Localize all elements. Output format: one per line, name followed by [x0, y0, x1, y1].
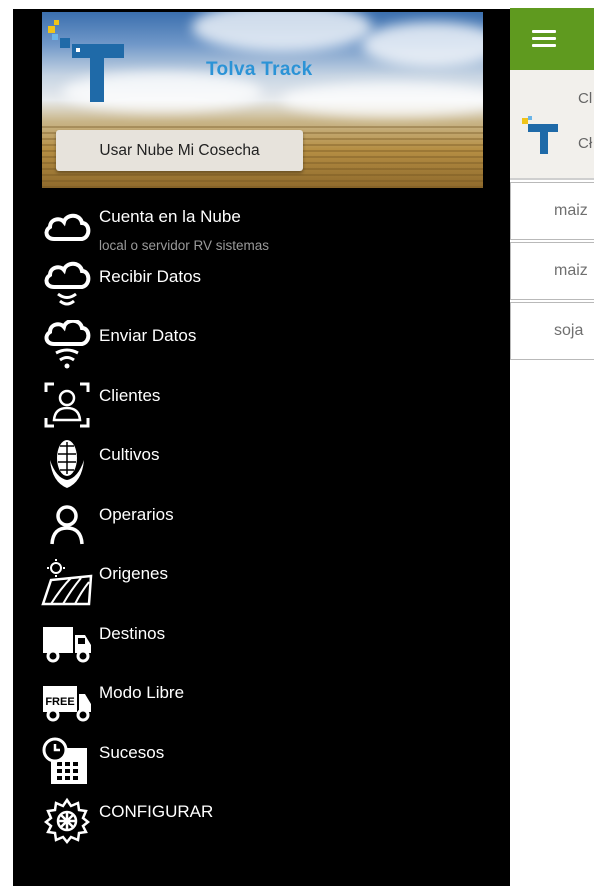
hamburger-menu-icon[interactable]	[532, 30, 556, 48]
menu-item-label: Clientes	[99, 386, 161, 405]
menu-item-origins[interactable]: Origenes	[13, 551, 510, 609]
menu-item-free-mode[interactable]: FREE Modo Libre	[13, 670, 510, 728]
menu-item-label: Modo Libre	[99, 683, 185, 702]
app-header-card: Cl Cł	[510, 70, 594, 180]
tolva-logo-icon	[518, 114, 562, 163]
menu-item-clients[interactable]: Clientes	[13, 373, 510, 431]
menu-item-label: CONFIGURAR	[99, 802, 214, 821]
app-toolbar	[510, 8, 594, 70]
gear-icon	[41, 795, 93, 847]
corn-icon	[41, 438, 93, 490]
menu-item-events[interactable]: Sucesos	[13, 730, 510, 788]
cloud-icon	[41, 200, 93, 252]
list-item[interactable]: maiz	[510, 242, 594, 300]
list-item[interactable]: maiz	[510, 182, 594, 240]
menu-item-configure[interactable]: CONFIGURAR	[13, 789, 510, 847]
menu-item-label: Recibir Datos	[99, 267, 202, 286]
menu-item-receive-data[interactable]: Recibir Datos	[13, 254, 510, 312]
person-icon	[41, 498, 93, 550]
menu-item-label: Origenes	[99, 564, 168, 583]
menu-item-label: Enviar Datos	[99, 326, 197, 345]
field-icon	[41, 557, 93, 609]
menu-item-operators[interactable]: Operarios	[13, 492, 510, 550]
menu-item-label: Cultivos	[99, 445, 160, 464]
brand-name: Tolva Track	[206, 59, 313, 80]
menu-item-crops[interactable]: Cultivos	[13, 432, 510, 490]
cloud-download-icon	[41, 260, 93, 312]
menu-item-destinations[interactable]: Destinos	[13, 611, 510, 669]
menu-item-subtitle: local o servidor RV sistemas	[99, 238, 270, 253]
cloud-upload-icon	[41, 319, 93, 371]
truck-icon	[41, 617, 93, 669]
menu-item-send-data[interactable]: Enviar Datos	[13, 313, 510, 371]
menu-item-label: Operarios	[99, 505, 174, 524]
free-badge-text: FREE	[45, 696, 74, 708]
free-truck-icon: FREE	[41, 676, 93, 728]
menu-item-label: Cuenta en la Nube	[99, 207, 241, 226]
use-cloud-button[interactable]: Usar Nube Mi Cosecha	[56, 130, 303, 171]
client-scan-icon	[41, 379, 93, 431]
menu-item-label: Sucesos	[99, 743, 165, 762]
menu-item-cloud-account[interactable]: Cuenta en la Nube local o servidor RV si…	[13, 194, 510, 253]
header-fragment-ch: Cł	[578, 135, 593, 152]
header-fragment-cl: Cl	[578, 90, 593, 107]
calendar-clock-icon	[41, 736, 93, 788]
tolva-logo-icon	[46, 18, 128, 109]
navigation-drawer: Tolva Track Usar Nube Mi Cosecha Cuenta …	[13, 9, 510, 886]
list-item[interactable]: soja	[510, 302, 594, 360]
drawer-header: Tolva Track Usar Nube Mi Cosecha	[42, 12, 483, 188]
menu-item-label: Destinos	[99, 624, 166, 643]
